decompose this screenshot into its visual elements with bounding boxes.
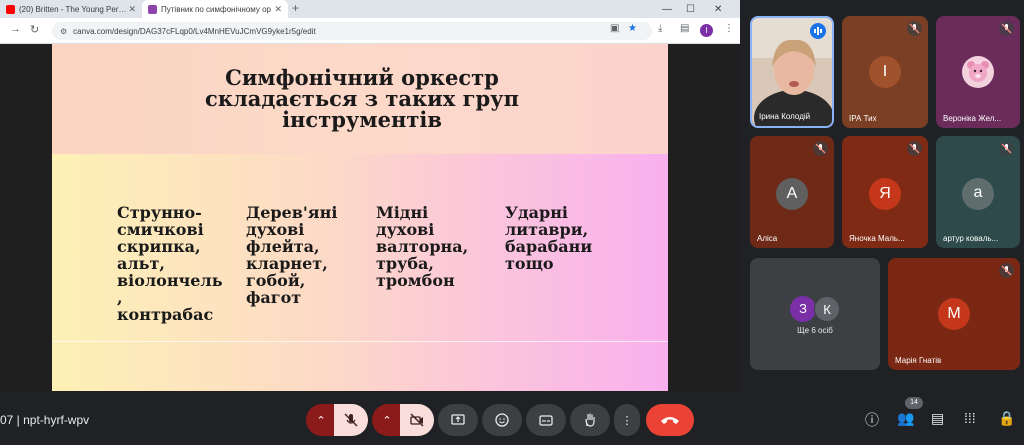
participant-avatar: a [962,178,994,210]
canva-icon [148,4,157,14]
reload-icon[interactable]: ↻ [30,23,39,36]
participant-name: ІРА Тих [849,114,877,123]
captions-button[interactable] [526,404,566,436]
participant-tile[interactable]: Вероніка Жел... [936,16,1020,128]
maximize-icon[interactable]: ☐ [686,0,695,18]
people-icon[interactable]: 👥 [897,410,914,427]
captions-icon [539,415,553,426]
download-icon[interactable]: ⤓ [658,23,662,34]
forward-icon[interactable]: → [10,23,21,35]
participant-tile-video[interactable]: Ірина Колодій [750,16,834,128]
bookmark-star-icon[interactable]: ★ [628,23,637,34]
chat-icon[interactable]: ▤ [931,410,944,427]
participant-name: Ірина Колодій [759,112,811,121]
tab-label: Путівник по симфонічному ор [161,4,271,14]
participant-name: Вероніка Жел... [943,114,1002,123]
presentation-slide: Симфонічний оркестр складається з таких … [52,44,668,391]
chevron-up-icon: ⌃ [382,414,392,427]
browser-tab-canva[interactable]: Путівник по симфонічному ор ✕ [142,0,288,18]
participant-avatar: І [869,56,901,88]
site-info-icon[interactable]: ⚙ [60,27,67,36]
participant-tile[interactable]: І ІРА Тих [842,16,928,128]
column-woodwinds: Дерев'яні духові флейта, кларнет, гобой,… [246,203,338,307]
meeting-info-icon[interactable]: ⓘ [865,410,879,430]
host-controls-icon[interactable]: 🔒 [998,410,1015,427]
meeting-code: 07 | npt-hyrf-wpv [0,413,90,427]
hang-up-icon [661,417,679,424]
participant-name: Яночка Маль... [849,234,905,243]
reactions-button[interactable] [482,404,522,436]
participant-count-badge: 14 [905,397,923,409]
mic-off-icon [344,413,358,427]
leave-call-button[interactable] [646,404,694,436]
camera-off-icon [410,413,424,427]
meet-window: (20) Britten - The Young Person's ✕ Путі… [0,0,1024,445]
column-brass: Мідні духові валторна, труба, тромбон [376,203,469,290]
close-window-icon[interactable]: ✕ [714,0,722,18]
participant-avatar: A [776,178,808,210]
close-tab-icon[interactable]: ✕ [274,4,282,15]
mic-toggle-button[interactable] [334,404,368,436]
participant-name: Аліса [757,234,778,243]
participant-avatar: М [938,298,970,330]
participant-avatar: Я [869,178,901,210]
slide-title: Симфонічний оркестр складається з таких … [205,65,519,132]
mic-muted-icon [813,141,828,156]
address-bar[interactable]: ⚙ canva.com/design/DAG37cFLqp0/Lv4MnHEVu… [52,22,652,40]
activities-icon[interactable]: ⁞⁞⁞ [964,410,976,426]
tab-label: (20) Britten - The Young Person's [19,4,129,14]
meet-control-bar: 07 | npt-hyrf-wpv ⌃ ⌃ ⋮ ⓘ 👥 14 ▤ ⁞⁞⁞ 🔒 [0,392,1024,445]
more-options-button[interactable]: ⋮ [614,404,640,436]
more-participants-tile[interactable]: З К Ще 6 осіб [750,258,880,370]
browser-toolbar: → ↻ ⚙ canva.com/design/DAG37cFLqp0/Lv4Mn… [0,18,740,44]
speaking-indicator-icon [810,23,826,39]
present-screen-button[interactable] [438,404,478,436]
shared-screen: (20) Britten - The Young Person's ✕ Путі… [0,0,740,392]
more-participants-label: Ще 6 осіб [797,326,833,335]
chevron-up-icon: ⌃ [316,414,326,427]
teddy-bear-avatar-icon [962,56,994,88]
raise-hand-button[interactable] [570,404,610,436]
browser-tab-youtube[interactable]: (20) Britten - The Young Person's ✕ [0,0,142,18]
present-screen-icon [451,414,465,425]
participant-name: Марія Гнатів [895,356,942,365]
column-percussion: Ударні литаври, барабани тощо [505,203,593,273]
camera-toggle-button[interactable] [400,404,434,436]
profile-avatar[interactable]: I [700,24,713,37]
participant-tile[interactable]: A Аліса [750,136,834,248]
install-icon[interactable]: ▣ [610,23,619,34]
slide-divider [52,341,668,342]
menu-icon[interactable]: ⋮ [724,23,734,34]
mic-muted-icon [999,21,1014,36]
participant-tile[interactable]: М Марія Гнатів [888,258,1020,370]
participant-tile[interactable]: Я Яночка Маль... [842,136,928,248]
video-options-button[interactable]: ⌃ [372,404,402,436]
mic-muted-icon [999,263,1014,278]
mic-muted-icon [999,141,1014,156]
raise-hand-icon [585,413,595,427]
participant-avatar: К [814,296,840,322]
mic-muted-icon [907,141,922,156]
more-vert-icon: ⋮ [621,414,633,427]
canva-stage: Симфонічний оркестр складається з таких … [0,44,740,392]
mic-muted-icon [907,21,922,36]
column-strings: Струнно- смичкові скрипка, альт, віолонч… [117,203,223,324]
participant-tile[interactable]: a артур коваль... [936,136,1020,248]
minimize-icon[interactable]: — [662,0,672,18]
participant-name: артур коваль... [943,234,999,243]
emoji-icon [495,413,509,427]
youtube-icon [6,4,15,14]
audio-options-button[interactable]: ⌃ [306,404,336,436]
new-tab-button[interactable]: + [292,1,299,15]
close-tab-icon[interactable]: ✕ [128,4,136,15]
participant-avatar: З [790,296,816,322]
url-text: canva.com/design/DAG37cFLqp0/Lv4MnHEVuJC… [73,26,316,36]
extensions-icon[interactable]: ▤ [680,23,689,34]
browser-tab-bar: (20) Britten - The Young Person's ✕ Путі… [0,0,740,18]
